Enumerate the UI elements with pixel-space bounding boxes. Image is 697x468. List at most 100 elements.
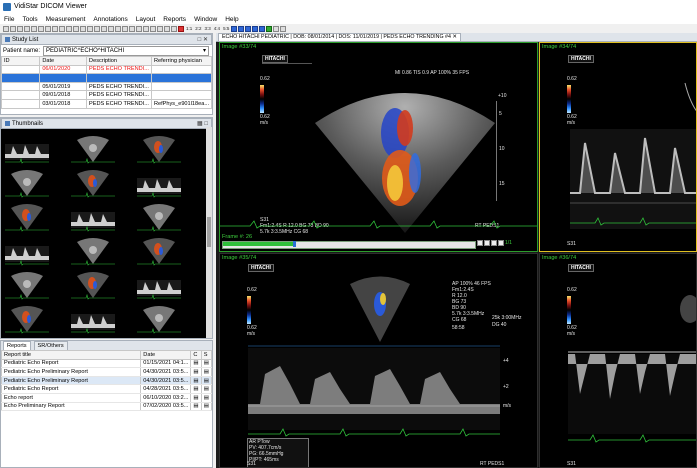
- thumbnail[interactable]: [5, 234, 49, 266]
- layout-3x3-button[interactable]: 3:3: [204, 26, 212, 31]
- viewport-1[interactable]: Image #33/74 HITACHI 0.62 0.62 m/s MI 0.…: [219, 42, 538, 252]
- thumbnail[interactable]: [137, 166, 181, 198]
- menu-reports[interactable]: Reports: [159, 16, 190, 23]
- thumbnail[interactable]: [137, 200, 181, 232]
- thumbnail[interactable]: [71, 302, 115, 334]
- grid-icon[interactable]: [150, 25, 156, 32]
- viewer-tab[interactable]: ECHO HITACHI PEDIATRIC | DOB: 08/01/2014…: [218, 33, 461, 41]
- ellipse-icon[interactable]: [59, 25, 65, 32]
- cine-slider[interactable]: [222, 241, 476, 249]
- layout-icon[interactable]: [157, 25, 163, 32]
- sign-icon[interactable]: ▤: [200, 367, 213, 377]
- measurement-box[interactable]: AR PTow PV: 407.7cm/s PG: 66.5mmHg PI/PT…: [247, 438, 309, 467]
- overlay-icon[interactable]: [164, 25, 170, 32]
- report-row[interactable]: Echo Preliminary Report 07/02/2020 03:5..…: [0, 401, 213, 412]
- col-description[interactable]: Description: [86, 56, 152, 66]
- thumbnail[interactable]: [5, 200, 49, 232]
- viewport-2[interactable]: Image #34/74 HITACHI 0.62 0.62 m/s S31: [539, 42, 697, 252]
- table-row[interactable]: 05/01/2019 PEDS ECHO TRENDI...: [0, 81, 213, 92]
- ok-icon[interactable]: [266, 25, 273, 32]
- table-row[interactable]: 03/01/2018 PEDS ECHO TRENDI... RefPhys_e…: [0, 98, 213, 109]
- thumbnail[interactable]: [5, 132, 49, 164]
- thumbnail[interactable]: [71, 234, 115, 266]
- layout-4x4-button[interactable]: 4:4: [213, 26, 221, 31]
- arrow-icon[interactable]: [73, 25, 79, 32]
- layout-5x5-button[interactable]: 5:5: [222, 26, 230, 31]
- thumbnail[interactable]: [137, 234, 181, 266]
- export-icon[interactable]: [136, 25, 142, 32]
- thumbnail[interactable]: [71, 166, 115, 198]
- layout-1x1-button[interactable]: 1:1: [185, 26, 193, 31]
- report-row[interactable]: Echo report 06/10/2020 03:2... ▤ ▤: [0, 392, 213, 403]
- prev-frame-icon[interactable]: [491, 240, 497, 246]
- col-s[interactable]: S: [200, 350, 213, 360]
- col-referring[interactable]: Referring physician: [150, 56, 213, 66]
- menu-file[interactable]: File: [0, 16, 18, 23]
- table-row[interactable]: 09/01/2018 PEDS ECHO TRENDI...: [0, 90, 213, 100]
- angle-icon[interactable]: [52, 25, 58, 32]
- col-id[interactable]: ID: [0, 56, 41, 66]
- invert-icon[interactable]: [94, 25, 100, 32]
- sign-icon[interactable]: ▤: [200, 401, 213, 412]
- thumbnail[interactable]: [71, 268, 115, 300]
- open-icon[interactable]: [3, 25, 9, 32]
- col-c[interactable]: C: [190, 350, 202, 360]
- viewport-4[interactable]: Image #36/74 HITACHI 0.62 0.62 m/s S31: [539, 253, 697, 468]
- col-date[interactable]: Date: [39, 56, 88, 66]
- rotate-icon[interactable]: [80, 25, 86, 32]
- flip-icon[interactable]: [87, 25, 93, 32]
- next-frame-icon[interactable]: [252, 25, 259, 32]
- ruler-icon[interactable]: [45, 25, 51, 32]
- report-row[interactable]: Pediatric Echo Report 01/15/2021 04:1... ▤…: [0, 358, 213, 369]
- prev-frame-icon[interactable]: [238, 25, 245, 32]
- sign-icon[interactable]: ▤: [200, 358, 213, 369]
- close-icon[interactable]: [280, 25, 287, 32]
- sign-icon[interactable]: ▤: [200, 384, 213, 394]
- thumbnail[interactable]: [5, 302, 49, 334]
- patient-name-select[interactable]: PEDIATRIC^ECHO^HITACHI ▾: [43, 45, 210, 56]
- pan-icon[interactable]: [24, 25, 30, 32]
- viewport-3[interactable]: Image #35/74 HITACHI 0.62 0.62 m/s AP 10…: [219, 253, 538, 468]
- scrollbar-thumb[interactable]: [207, 217, 211, 247]
- menu-help[interactable]: Help: [221, 16, 242, 23]
- compare-icon[interactable]: [129, 25, 135, 32]
- report-icon[interactable]: ▤: [190, 367, 202, 377]
- sign-icon[interactable]: ▤: [200, 375, 213, 386]
- table-row[interactable]: 06/01/2020 PEDS ECHO TRENDI...: [0, 64, 213, 75]
- zoom-icon[interactable]: [31, 25, 37, 32]
- play-icon[interactable]: [245, 25, 252, 32]
- thumbnail[interactable]: [137, 268, 181, 300]
- tab-sr-others[interactable]: SR/Others: [33, 341, 68, 350]
- sign-icon[interactable]: ▤: [200, 392, 213, 403]
- thumbnail[interactable]: [137, 132, 181, 164]
- last-frame-icon[interactable]: [259, 25, 266, 32]
- table-row-selected[interactable]: [0, 73, 213, 83]
- report-icon[interactable]: ▤: [190, 401, 202, 412]
- thumbnail[interactable]: [71, 200, 115, 232]
- thumbnail[interactable]: [5, 166, 49, 198]
- report-icon[interactable]: ▤: [190, 392, 202, 403]
- panel-close-icon[interactable]: □ ✕: [198, 36, 208, 43]
- sync-icon[interactable]: [122, 25, 128, 32]
- report-row[interactable]: Pediatric Echo Preliminary Report 04/30/2…: [0, 367, 213, 377]
- thumbnail[interactable]: [5, 268, 49, 300]
- report-row[interactable]: Pediatric Echo Report 04/28/2021 03:5... ▤…: [0, 384, 213, 394]
- play-icon[interactable]: [477, 240, 483, 246]
- tab-reports[interactable]: Reports: [3, 341, 31, 350]
- text-icon[interactable]: [66, 25, 72, 32]
- save-icon[interactable]: [10, 25, 16, 32]
- window-level-icon[interactable]: [38, 25, 44, 32]
- info-icon[interactable]: [171, 25, 177, 32]
- reset-icon[interactable]: [101, 25, 107, 32]
- col-report-date[interactable]: Date: [140, 350, 192, 360]
- stop-icon[interactable]: [484, 240, 490, 246]
- thumbnail[interactable]: [137, 302, 181, 334]
- report-icon[interactable]: ▤: [190, 384, 202, 394]
- settings-icon[interactable]: [143, 25, 149, 32]
- print-icon[interactable]: [17, 25, 23, 32]
- link-icon[interactable]: [115, 25, 121, 32]
- col-report-title[interactable]: Report title: [0, 350, 142, 360]
- report-icon[interactable]: ▤: [190, 358, 202, 369]
- report-row[interactable]: Pediatric Echo Preliminary Report 04/30/2…: [0, 375, 213, 386]
- help-icon[interactable]: [273, 25, 280, 32]
